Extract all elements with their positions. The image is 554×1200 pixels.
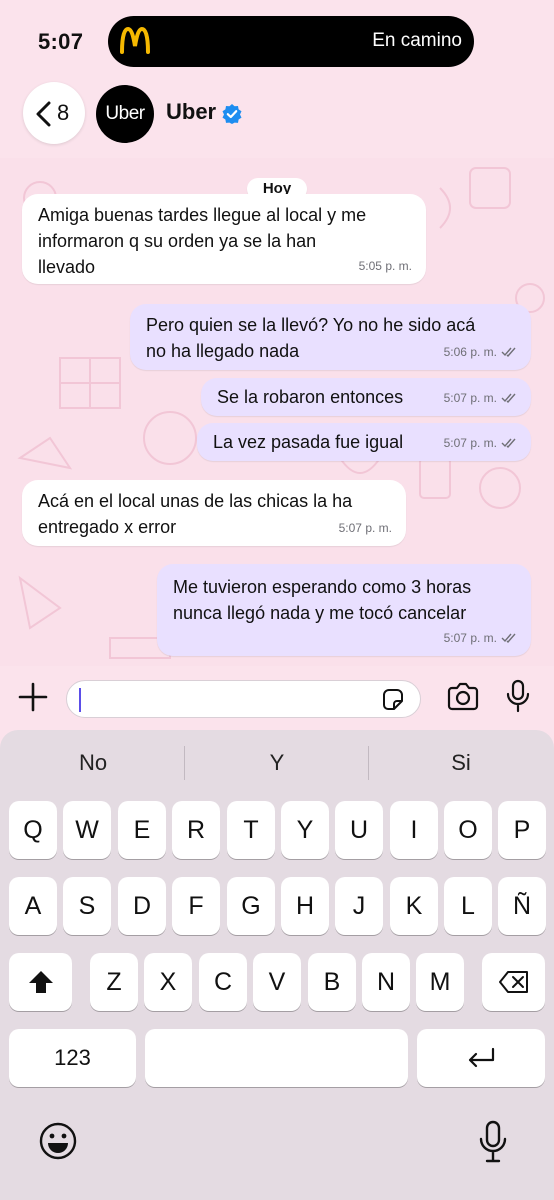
mcdonalds-logo — [120, 26, 150, 54]
message-time: 5:07 p. m. — [443, 631, 497, 645]
suggestion-3[interactable]: Si — [376, 750, 546, 776]
sticker-icon[interactable] — [380, 687, 406, 713]
suggestion-divider — [368, 746, 369, 780]
outgoing-message[interactable]: La vez pasada fue igual 5:07 p. m. — [197, 423, 531, 461]
delivery-status: En camino — [372, 30, 462, 51]
message-input-bar — [0, 666, 554, 730]
status-bar: 5:07 En camino — [0, 0, 554, 82]
contact-avatar[interactable]: Uber — [96, 85, 154, 143]
chevron-left-icon — [36, 101, 51, 127]
outgoing-message[interactable]: Pero quien se la llevó? Yo no he sido ac… — [130, 304, 531, 370]
key-n[interactable]: N — [362, 953, 410, 1011]
dynamic-island[interactable]: En camino — [108, 16, 474, 67]
microphone-icon[interactable] — [505, 679, 531, 713]
double-check-icon — [501, 393, 516, 403]
key-i[interactable]: I — [390, 801, 438, 859]
chat-header: 8 Uber Uber — [0, 82, 554, 158]
space-key[interactable] — [145, 1029, 408, 1087]
key-w[interactable]: W — [63, 801, 111, 859]
key-r[interactable]: R — [172, 801, 220, 859]
message-line: Me tuvieron esperando como 3 horas — [173, 577, 472, 597]
suggestion-2[interactable]: Y — [192, 750, 362, 776]
key-t[interactable]: T — [227, 801, 275, 859]
outgoing-message[interactable]: Me tuvieron esperando como 3 horas nunca… — [157, 564, 531, 656]
suggestion-1[interactable]: No — [8, 750, 178, 776]
message-time: 5:07 p. m. — [338, 521, 392, 535]
backspace-icon — [498, 971, 528, 993]
key-e[interactable]: E — [118, 801, 166, 859]
key-g[interactable]: G — [227, 877, 275, 935]
message-line: llevado — [38, 257, 96, 277]
message-line: nunca llegó nada y me tocó cancelar — [173, 603, 467, 623]
key-z[interactable]: Z — [90, 953, 138, 1011]
message-line: informaron q su orden ya se la han — [38, 231, 317, 251]
dictation-microphone-icon[interactable] — [478, 1120, 508, 1164]
double-check-icon — [501, 347, 516, 357]
delete-key[interactable] — [482, 953, 545, 1011]
key-s[interactable]: S — [63, 877, 111, 935]
return-icon — [468, 1047, 495, 1068]
key-v[interactable]: V — [253, 953, 301, 1011]
message-line: Pero quien se la llevó? Yo no he sido ac… — [146, 315, 476, 335]
message-line: Acá en el local unas de las chicas la ha — [38, 491, 353, 511]
key-k[interactable]: K — [390, 877, 438, 935]
contact-name[interactable]: Uber — [166, 99, 216, 125]
key-p[interactable]: P — [498, 801, 546, 859]
incoming-message[interactable]: Acá en el local unas de las chicas la ha… — [22, 480, 406, 546]
key-x[interactable]: X — [144, 953, 192, 1011]
message-time: 5:06 p. m. — [443, 345, 497, 359]
back-button[interactable]: 8 — [23, 82, 85, 144]
message-input[interactable] — [66, 680, 421, 718]
keyboard: No Y Si Q W E R T Y U I O P A S D F G H … — [0, 730, 554, 1200]
message-line: entregado x error — [38, 517, 177, 537]
key-m[interactable]: M — [416, 953, 464, 1011]
key-h[interactable]: H — [281, 877, 329, 935]
text-cursor — [79, 688, 81, 712]
key-o[interactable]: O — [444, 801, 492, 859]
key-n-tilde[interactable]: Ñ — [498, 877, 546, 935]
message-time: 5:07 p. m. — [443, 436, 497, 450]
double-check-icon — [501, 438, 516, 448]
shift-key[interactable] — [9, 953, 72, 1011]
outgoing-message[interactable]: Se la robaron entonces 5:07 p. m. — [201, 378, 531, 416]
key-f[interactable]: F — [172, 877, 220, 935]
key-u[interactable]: U — [335, 801, 383, 859]
key-b[interactable]: B — [308, 953, 356, 1011]
shift-icon — [28, 971, 53, 993]
emoji-icon[interactable] — [38, 1121, 78, 1161]
key-l[interactable]: L — [444, 877, 492, 935]
verified-badge-icon — [222, 104, 242, 124]
message-line: Amiga buenas tardes llegue al local y me — [38, 205, 367, 225]
key-c[interactable]: C — [199, 953, 247, 1011]
key-y[interactable]: Y — [281, 801, 329, 859]
double-check-icon — [501, 633, 516, 643]
unread-count: 8 — [57, 100, 70, 125]
key-j[interactable]: J — [335, 877, 383, 935]
key-q[interactable]: Q — [9, 801, 57, 859]
key-a[interactable]: A — [9, 877, 57, 935]
return-key[interactable] — [417, 1029, 545, 1087]
incoming-message[interactable]: Amiga buenas tardes llegue al local y me… — [22, 194, 426, 284]
message-time: 5:07 p. m. — [443, 391, 497, 405]
chat-area[interactable]: Hoy Amiga buenas tardes llegue al local … — [0, 158, 554, 666]
message-time: 5:05 p. m. — [358, 259, 412, 273]
key-d[interactable]: D — [118, 877, 166, 935]
camera-icon[interactable] — [446, 682, 480, 712]
numbers-key[interactable]: 123 — [9, 1029, 136, 1087]
suggestion-divider — [184, 746, 185, 780]
status-time: 5:07 — [38, 29, 84, 54]
plus-icon[interactable] — [16, 680, 50, 714]
